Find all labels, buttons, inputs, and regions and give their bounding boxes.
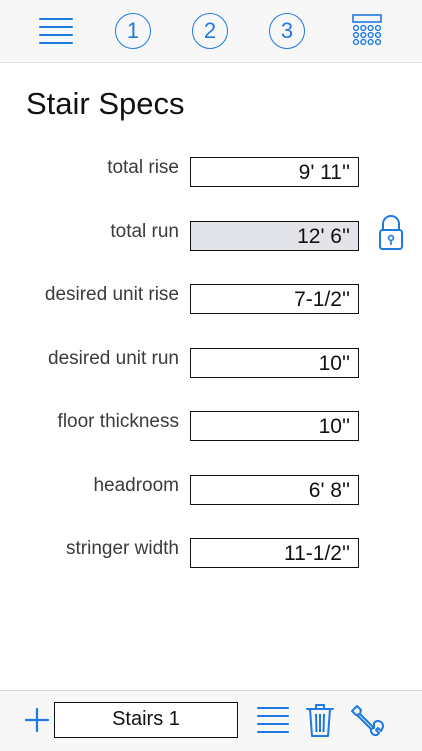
field-label: desired unit run — [48, 348, 179, 369]
field-row-desired-unit-rise: desired unit rise 7-1/2'' — [0, 282, 422, 316]
page-title: Stair Specs — [26, 86, 185, 121]
field-row-floor-thickness: floor thickness 10'' — [0, 409, 422, 443]
wrench-icon[interactable] — [348, 702, 384, 738]
total-run-input[interactable]: 12' 6'' — [190, 221, 359, 251]
desired-unit-run-input[interactable]: 10'' — [190, 348, 359, 378]
stringer-width-input[interactable]: 11-1/2'' — [190, 538, 359, 568]
floor-thickness-input[interactable]: 10'' — [190, 411, 359, 441]
desired-unit-rise-input[interactable]: 7-1/2'' — [190, 284, 359, 314]
step-1-button[interactable]: 1 — [115, 13, 151, 49]
field-row-total-run: total run 12' 6'' — [0, 215, 422, 253]
field-row-total-rise: total rise 9' 11'' — [0, 155, 422, 189]
field-value: 9' 11'' — [298, 161, 350, 184]
top-toolbar: 1 2 3 — [0, 0, 422, 63]
field-row-headroom: headroom 6' 8'' — [0, 473, 422, 507]
keypad-icon[interactable] — [351, 13, 387, 49]
step-3-button[interactable]: 3 — [269, 13, 305, 49]
trash-icon[interactable] — [305, 701, 335, 739]
headroom-input[interactable]: 6' 8'' — [190, 475, 359, 505]
field-value: 11-1/2'' — [283, 542, 350, 565]
field-label: stringer width — [66, 538, 179, 559]
field-value: 12' 6'' — [297, 225, 350, 248]
field-label: desired unit rise — [44, 284, 179, 305]
field-value: 6' 8'' — [308, 479, 350, 502]
field-row-stringer-width: stringer width 11-1/2'' — [0, 536, 422, 570]
field-label: floor thickness — [57, 411, 179, 432]
menu-lines-icon[interactable] — [38, 13, 74, 49]
field-label: headroom — [93, 475, 179, 496]
field-value: 10'' — [318, 352, 350, 375]
project-name-field[interactable]: Stairs 1 — [54, 702, 238, 738]
plus-icon[interactable] — [24, 707, 50, 733]
field-row-desired-unit-run: desired unit run 10'' — [0, 346, 422, 380]
step-2-button[interactable]: 2 — [192, 13, 228, 49]
field-value: 7-1/2'' — [294, 288, 350, 311]
bottom-toolbar: Stairs 1 — [0, 690, 422, 751]
field-value: 10'' — [318, 415, 350, 438]
lock-icon[interactable] — [377, 213, 405, 253]
field-label: total rise — [107, 157, 179, 178]
list-icon[interactable] — [256, 703, 290, 737]
total-rise-input[interactable]: 9' 11'' — [190, 157, 359, 187]
field-label: total run — [110, 221, 179, 242]
